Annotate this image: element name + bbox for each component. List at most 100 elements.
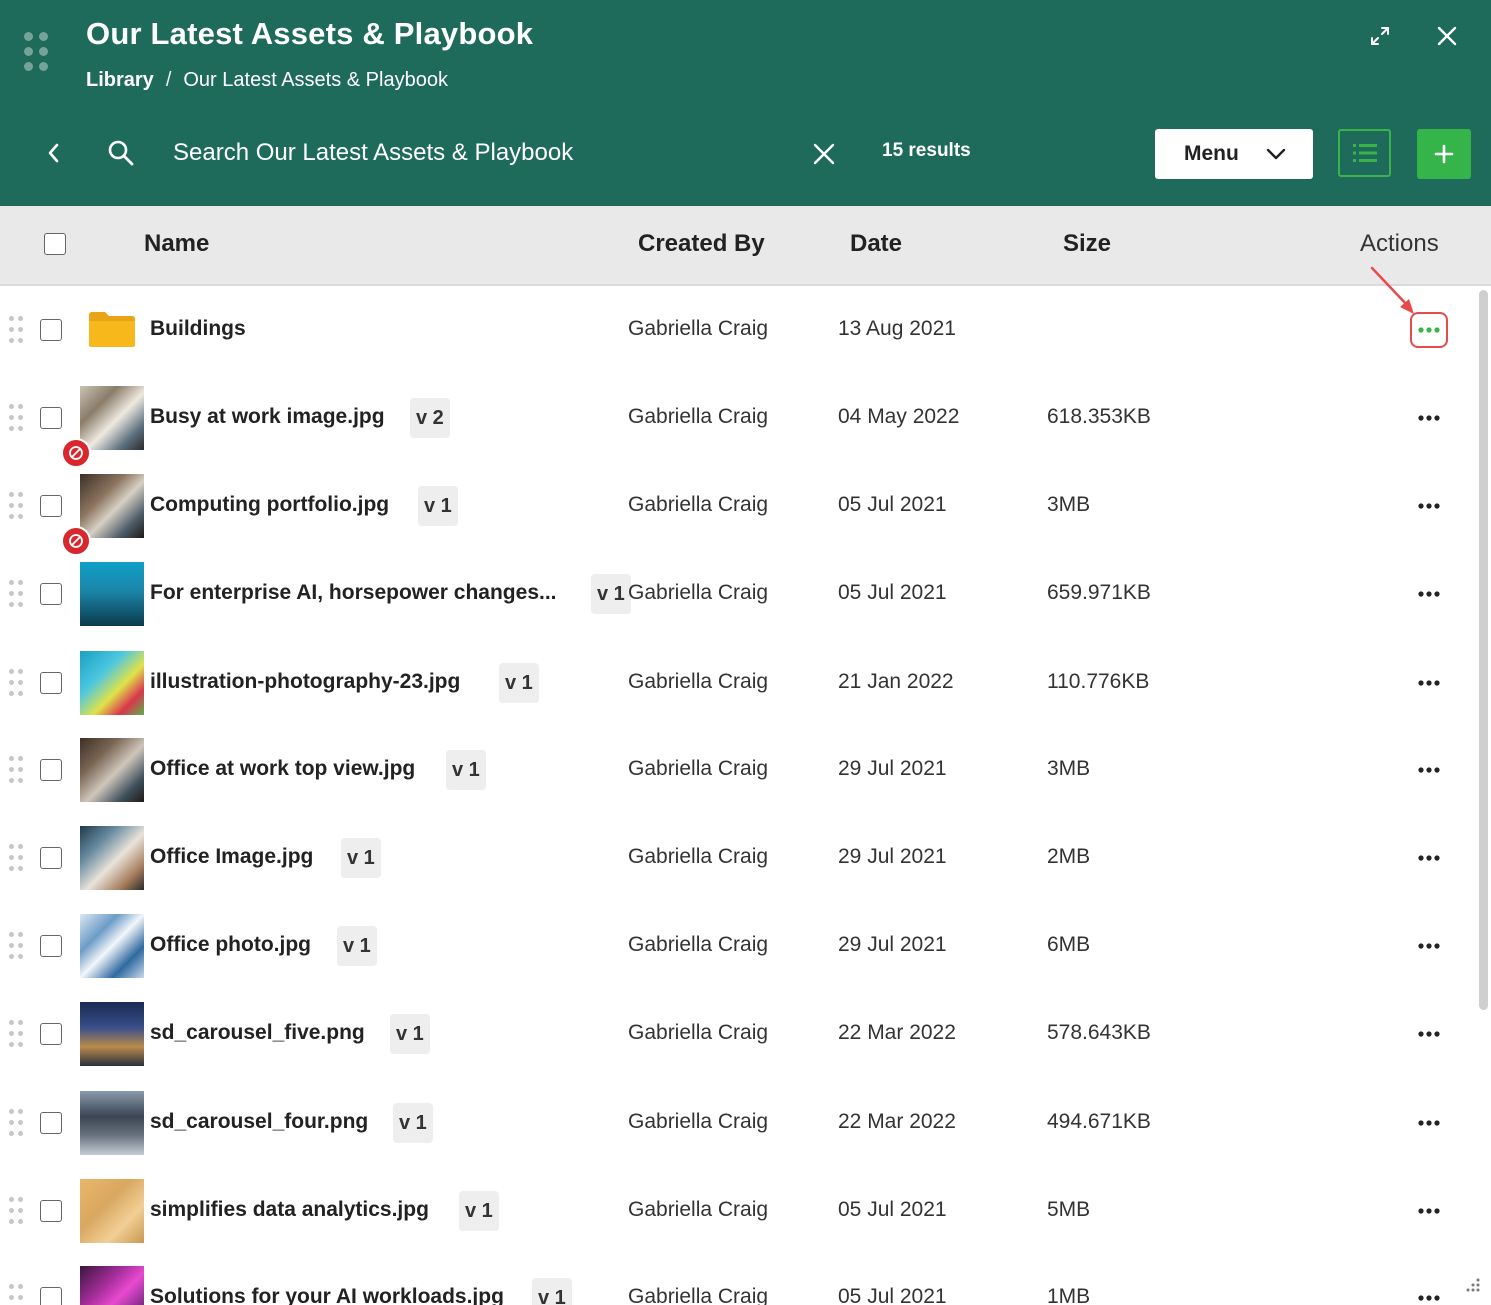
file-row[interactable]: Office photo.jpg v 1 Gabriella Craig 29 Jul… — [0, 902, 1475, 990]
drag-handle-icon[interactable] — [9, 404, 25, 432]
close-icon[interactable] — [1431, 20, 1463, 52]
row-checkbox[interactable] — [40, 672, 62, 694]
resize-handle-icon[interactable] — [1462, 1276, 1482, 1296]
row-name[interactable]: Office at work top view.jpg — [150, 757, 415, 781]
file-thumbnail[interactable] — [80, 1002, 144, 1066]
drag-handle-icon[interactable] — [9, 580, 25, 608]
row-created-by: Gabriella Craig — [628, 1285, 769, 1305]
search-icon[interactable] — [105, 137, 137, 169]
expand-icon[interactable] — [1364, 20, 1396, 52]
row-actions-button[interactable] — [1410, 665, 1448, 701]
row-name[interactable]: Office photo.jpg — [150, 933, 311, 957]
version-badge: v 1 — [341, 838, 381, 878]
row-name[interactable]: Office Image.jpg — [150, 845, 313, 869]
file-thumbnail[interactable] — [80, 562, 144, 626]
row-actions-button[interactable] — [1410, 400, 1448, 436]
breadcrumb-library-link[interactable]: Library — [86, 69, 154, 91]
more-horizontal-icon — [1418, 767, 1440, 773]
file-row[interactable]: illustration-photography-23.jpg v 1 Gabrie… — [0, 639, 1475, 727]
drag-handle-icon[interactable] — [9, 1020, 25, 1048]
file-thumbnail[interactable] — [80, 1266, 144, 1305]
file-row[interactable]: For enterprise AI, horsepower changes...… — [0, 550, 1475, 638]
file-thumbnail[interactable] — [80, 914, 144, 978]
row-size: 6MB — [1047, 933, 1091, 956]
file-thumbnail[interactable] — [80, 1091, 144, 1155]
more-horizontal-icon — [1418, 1031, 1440, 1037]
row-checkbox[interactable] — [40, 495, 62, 517]
more-horizontal-icon — [1418, 680, 1440, 686]
file-row[interactable]: sd_carousel_four.png v 1 Gabriella Craig 22… — [0, 1079, 1475, 1167]
row-actions-button[interactable] — [1410, 1105, 1448, 1141]
row-checkbox[interactable] — [40, 935, 62, 957]
column-created-by[interactable]: Created By — [638, 230, 765, 258]
search-input[interactable] — [164, 128, 794, 178]
row-actions-button[interactable] — [1410, 928, 1448, 964]
file-row[interactable]: Busy at work image.jpg v 2 Gabriella Craig… — [0, 374, 1475, 468]
menu-dropdown[interactable]: Menu — [1155, 129, 1313, 179]
row-checkbox[interactable] — [40, 319, 62, 341]
row-name[interactable]: Solutions for your AI workloads.jpg — [150, 1285, 504, 1305]
file-thumbnail[interactable] — [80, 386, 144, 450]
file-thumbnail[interactable] — [80, 651, 144, 715]
drag-handle-icon[interactable] — [9, 932, 25, 960]
row-name[interactable]: Busy at work image.jpg — [150, 405, 385, 429]
drag-handle-icon[interactable] — [9, 1109, 25, 1137]
column-size[interactable]: Size — [1063, 230, 1111, 258]
row-name[interactable]: Computing portfolio.jpg — [150, 493, 389, 517]
drag-handle-icon[interactable] — [9, 756, 25, 784]
column-name[interactable]: Name — [144, 230, 209, 258]
row-name[interactable]: simplifies data analytics.jpg — [150, 1198, 429, 1222]
row-actions-button[interactable] — [1410, 488, 1448, 524]
file-row[interactable]: Solutions for your AI workloads.jpg v 1 Ga… — [0, 1254, 1475, 1305]
file-row[interactable]: simplifies data analytics.jpg v 1 Gabriell… — [0, 1167, 1475, 1255]
row-date: 05 Jul 2021 — [838, 1198, 947, 1221]
version-badge: v 1 — [418, 486, 458, 526]
file-thumbnail[interactable] — [80, 738, 144, 802]
row-name[interactable]: illustration-photography-23.jpg — [150, 670, 460, 694]
row-actions-button[interactable] — [1410, 752, 1448, 788]
file-row[interactable]: Office Image.jpg v 1 Gabriella Craig 29 Jul… — [0, 814, 1475, 902]
select-all-checkbox[interactable] — [44, 233, 66, 255]
row-checkbox[interactable] — [40, 1023, 62, 1045]
row-checkbox[interactable] — [40, 1200, 62, 1222]
drag-handle-icon[interactable] — [9, 1284, 25, 1305]
row-name[interactable]: For enterprise AI, horsepower changes... — [150, 581, 557, 605]
drag-grip-icon[interactable] — [24, 32, 50, 74]
row-name[interactable]: sd_carousel_five.png — [150, 1021, 365, 1045]
row-name[interactable]: sd_carousel_four.png — [150, 1110, 368, 1134]
clear-icon[interactable] — [808, 138, 840, 170]
row-date: 29 Jul 2021 — [838, 933, 947, 956]
file-row[interactable]: Office at work top view.jpg v 1 Gabriella … — [0, 726, 1475, 814]
drag-handle-icon[interactable] — [9, 1197, 25, 1225]
row-actions-button[interactable] — [1410, 576, 1448, 612]
row-checkbox[interactable] — [40, 583, 62, 605]
row-actions-button[interactable] — [1410, 1193, 1448, 1229]
file-thumbnail[interactable] — [80, 1179, 144, 1243]
drag-handle-icon[interactable] — [9, 669, 25, 697]
file-thumbnail[interactable] — [80, 826, 144, 890]
column-date[interactable]: Date — [850, 230, 902, 258]
drag-handle-icon[interactable] — [9, 316, 25, 344]
file-row[interactable]: sd_carousel_five.png v 1 Gabriella Craig 22… — [0, 990, 1475, 1078]
row-actions-button[interactable] — [1410, 1016, 1448, 1052]
version-badge: v 1 — [499, 663, 539, 703]
row-checkbox[interactable] — [40, 759, 62, 781]
row-checkbox[interactable] — [40, 847, 62, 869]
row-actions-button[interactable] — [1410, 1280, 1448, 1305]
row-name[interactable]: Buildings — [150, 317, 246, 341]
drag-handle-icon[interactable] — [9, 492, 25, 520]
list-view-button[interactable] — [1338, 129, 1391, 177]
drag-handle-icon[interactable] — [9, 844, 25, 872]
file-row[interactable]: Computing portfolio.jpg v 1 Gabriella Crai… — [0, 462, 1475, 556]
row-checkbox[interactable] — [40, 1287, 62, 1305]
row-actions-button[interactable] — [1410, 840, 1448, 876]
breadcrumb: Library / Our Latest Assets & Playbook — [86, 69, 448, 92]
file-thumbnail[interactable] — [80, 474, 144, 538]
chevron-left-icon[interactable] — [38, 137, 70, 169]
folder-row[interactable]: Buildings Gabriella Craig 13 Aug 2021 — [0, 288, 1475, 374]
row-size: 494.671KB — [1047, 1110, 1151, 1133]
scrollbar[interactable] — [1479, 290, 1488, 1010]
row-checkbox[interactable] — [40, 1112, 62, 1134]
row-checkbox[interactable] — [40, 407, 62, 429]
add-button[interactable] — [1417, 129, 1471, 179]
